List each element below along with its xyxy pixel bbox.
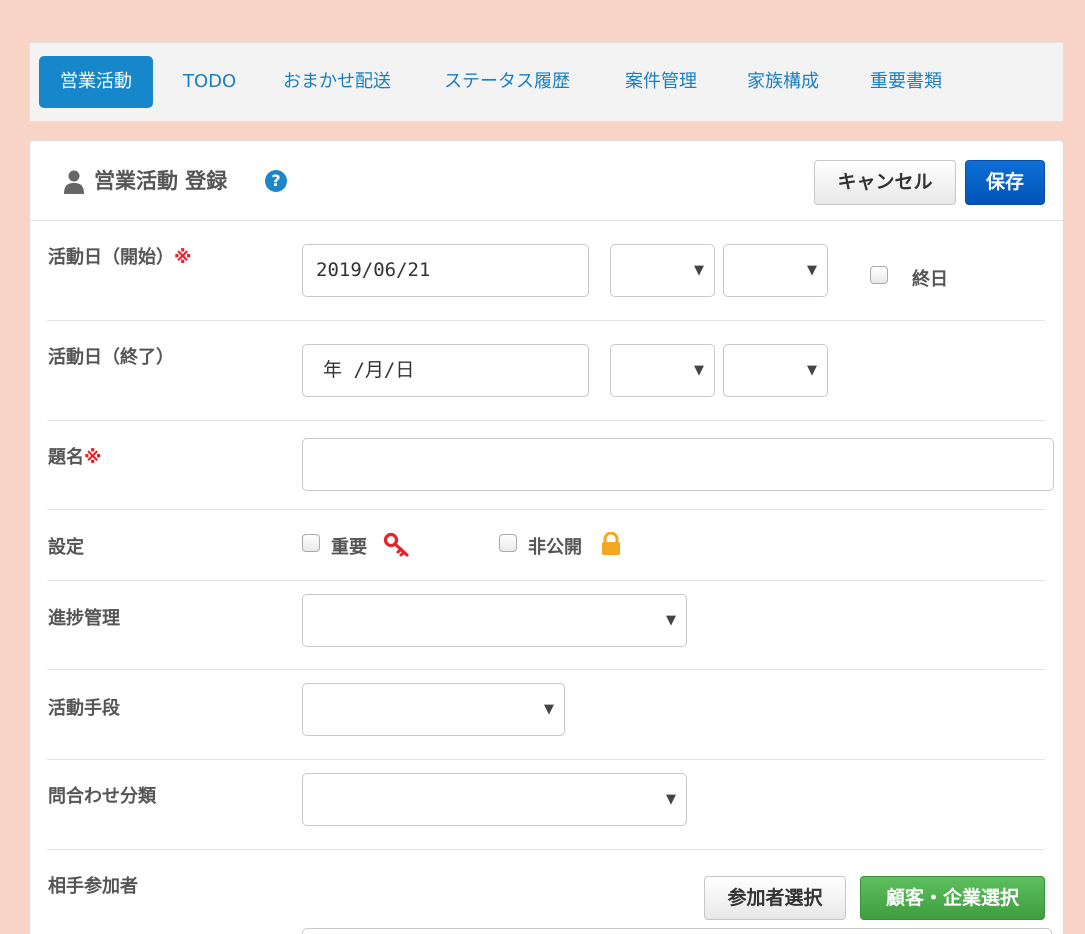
tab-status-history[interactable]: ステータス履歴 bbox=[444, 56, 570, 108]
subject-input[interactable] bbox=[302, 438, 1054, 491]
subject-label: 題名※ bbox=[48, 447, 102, 468]
private-label: 非公開 bbox=[528, 537, 582, 558]
chevron-down-icon: ▼ bbox=[807, 263, 817, 278]
tab-todo[interactable]: TODO bbox=[183, 56, 236, 108]
important-label: 重要 bbox=[331, 537, 367, 558]
start-minute-select[interactable]: ▼ bbox=[723, 244, 828, 297]
allday-label: 終日 bbox=[912, 269, 948, 290]
tab-family[interactable]: 家族構成 bbox=[747, 56, 819, 108]
inquiry-label: 問合わせ分類 bbox=[48, 786, 156, 807]
cancel-button[interactable]: キャンセル bbox=[814, 160, 956, 205]
lock-icon bbox=[602, 532, 620, 555]
start-date-input[interactable]: 2019/06/21 bbox=[302, 244, 589, 297]
chevron-down-icon: ▼ bbox=[694, 263, 704, 278]
method-select[interactable]: ▼ bbox=[302, 683, 565, 736]
divider bbox=[47, 420, 1045, 421]
chevron-down-icon: ▼ bbox=[666, 792, 676, 807]
start-hour-select[interactable]: ▼ bbox=[610, 244, 715, 297]
user-icon bbox=[64, 170, 84, 194]
end-date-label: 活動日（終了） bbox=[48, 347, 174, 368]
inquiry-select[interactable]: ▼ bbox=[302, 773, 687, 826]
chevron-down-icon: ▼ bbox=[694, 363, 704, 378]
key-icon bbox=[383, 532, 409, 557]
method-label: 活動手段 bbox=[48, 698, 120, 719]
save-button[interactable]: 保存 bbox=[965, 160, 1045, 205]
start-date-label: 活動日（開始）※ bbox=[48, 247, 192, 268]
progress-label: 進捗管理 bbox=[48, 608, 120, 629]
divider bbox=[47, 509, 1045, 510]
divider bbox=[47, 320, 1045, 321]
tab-bar: 営業活動 TODO おまかせ配送 ステータス履歴 案件管理 家族構成 重要書類 bbox=[29, 42, 1064, 122]
private-checkbox[interactable] bbox=[499, 534, 517, 552]
select-participant-button[interactable]: 参加者選択 bbox=[704, 876, 846, 920]
divider bbox=[47, 580, 1045, 581]
end-hour-select[interactable]: ▼ bbox=[610, 344, 715, 397]
tab-case-management[interactable]: 案件管理 bbox=[625, 56, 697, 108]
chevron-down-icon: ▼ bbox=[544, 702, 554, 717]
tab-important-docs[interactable]: 重要書類 bbox=[870, 56, 942, 108]
participants-list[interactable] bbox=[302, 928, 1052, 934]
important-checkbox[interactable] bbox=[302, 534, 320, 552]
select-customer-button[interactable]: 顧客・企業選択 bbox=[860, 876, 1045, 920]
divider bbox=[47, 759, 1045, 760]
help-icon[interactable]: ? bbox=[265, 170, 287, 192]
chevron-down-icon: ▼ bbox=[666, 613, 676, 628]
end-date-input[interactable]: 年 /月/日 bbox=[302, 344, 589, 397]
tab-delivery[interactable]: おまかせ配送 bbox=[283, 56, 391, 108]
divider bbox=[47, 669, 1045, 670]
chevron-down-icon: ▼ bbox=[807, 363, 817, 378]
participants-label: 相手参加者 bbox=[48, 876, 138, 897]
divider bbox=[47, 849, 1045, 850]
progress-select[interactable]: ▼ bbox=[302, 594, 687, 647]
tab-sales-activity[interactable]: 営業活動 bbox=[39, 56, 153, 108]
page-title: 営業活動 登録 bbox=[94, 169, 228, 193]
end-minute-select[interactable]: ▼ bbox=[723, 344, 828, 397]
settings-label: 設定 bbox=[48, 537, 84, 558]
allday-checkbox[interactable] bbox=[870, 266, 888, 284]
